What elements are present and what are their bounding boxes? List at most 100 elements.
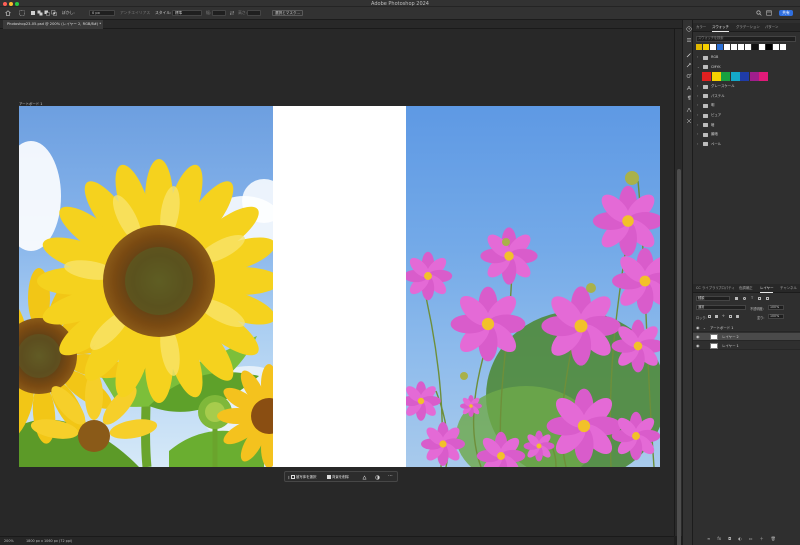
eye-icon[interactable]: ◉ (696, 324, 700, 332)
swatch-group-row[interactable]: › ピュア (693, 111, 800, 120)
eye-icon[interactable]: ◉ (696, 342, 700, 350)
character-icon[interactable] (686, 85, 692, 91)
layer-row[interactable]: ◉ レイヤー 2 (693, 333, 800, 341)
select-and-mask-button[interactable]: 選択とマスク... (272, 10, 303, 16)
recent-swatch[interactable] (696, 44, 702, 50)
width-input[interactable] (212, 10, 226, 16)
recent-swatch[interactable] (766, 44, 772, 50)
recent-swatch[interactable] (773, 44, 779, 50)
glyphs-icon[interactable] (686, 107, 692, 113)
fill-input[interactable]: 100% (768, 314, 784, 319)
recent-swatch[interactable] (745, 44, 751, 50)
swatch-search-input[interactable]: スウォッチを検索 (696, 36, 796, 42)
recent-swatch[interactable] (717, 44, 723, 50)
chevron-right-icon[interactable]: › (697, 92, 698, 101)
cmyk-swatch[interactable] (721, 72, 730, 82)
tab-cc-libraries[interactable]: CC ライブラリ (696, 284, 719, 293)
new-adjustment-layer-icon[interactable]: ◐ (738, 536, 742, 542)
recent-swatch[interactable] (780, 44, 786, 50)
tab-channels[interactable]: チャンネル (780, 284, 797, 293)
tab-color[interactable]: カラー (696, 23, 706, 32)
tab-properties[interactable]: プロパティ (718, 284, 735, 293)
scrollbar-thumb[interactable] (677, 169, 681, 545)
subtract-from-selection-icon[interactable] (44, 10, 50, 16)
layer-filter-select[interactable]: 種類 (696, 296, 730, 301)
history-icon[interactable] (685, 26, 692, 32)
lock-image-icon[interactable] (715, 315, 718, 318)
tab-swatches[interactable]: スウォッチ (712, 23, 729, 32)
type-filter-icon[interactable]: T (751, 296, 753, 301)
brush-settings-icon[interactable] (686, 62, 692, 68)
cmyk-swatch[interactable] (730, 72, 740, 82)
recent-swatch[interactable] (703, 44, 709, 50)
chevron-right-icon[interactable]: › (697, 121, 698, 130)
lock-all-icon[interactable] (735, 315, 739, 318)
delete-layer-icon[interactable]: 🗑 (771, 536, 776, 542)
adjustment-icon[interactable] (375, 474, 380, 480)
recent-swatch[interactable] (738, 44, 744, 50)
swatch-group-row[interactable]: › RGB (693, 53, 800, 62)
swap-width-height-icon[interactable] (229, 10, 235, 16)
add-mask-icon[interactable]: ◘ (728, 536, 731, 542)
tab-adjustments[interactable]: 色調補正 (739, 284, 753, 293)
recent-swatch[interactable] (752, 44, 758, 50)
chevron-right-icon[interactable]: › (697, 140, 698, 149)
search-icon[interactable] (756, 10, 762, 16)
new-selection-icon[interactable] (30, 10, 36, 16)
chevron-down-icon[interactable]: ⌄ (703, 324, 706, 332)
tab-gradients[interactable]: グラデーション (736, 23, 760, 32)
chevron-right-icon[interactable]: › (697, 101, 698, 110)
pixel-filter-icon[interactable] (735, 297, 738, 300)
chevron-down-icon[interactable]: ⌄ (697, 63, 700, 72)
opacity-input[interactable]: 100% (768, 305, 784, 310)
document-tab[interactable]: Photoshop23-05.psd @ 200% (レイヤー 2, RGB/8… (3, 20, 103, 29)
shape-filter-icon[interactable] (758, 297, 762, 300)
style-select[interactable]: 標準 (172, 10, 202, 16)
height-input[interactable] (247, 10, 261, 16)
more-options-icon[interactable]: ⋯ (388, 473, 393, 479)
chevron-right-icon[interactable]: › (697, 111, 698, 120)
tab-layers[interactable]: レイヤー (760, 284, 774, 293)
artboard-layer-row[interactable]: ◉ ⌄ アートボード 1 (693, 324, 800, 332)
artboard[interactable] (19, 106, 660, 467)
paragraph-icon[interactable] (686, 95, 692, 101)
clone-source-icon[interactable] (686, 73, 692, 79)
recent-swatch[interactable] (731, 44, 737, 50)
layer-row[interactable]: ◉ レイヤー 1 (693, 342, 800, 350)
brush-icon[interactable] (686, 52, 692, 58)
swatch-group-row[interactable]: › パステル (693, 92, 800, 101)
feather-input[interactable]: 0 px (89, 10, 115, 16)
canvas-vertical-scrollbar[interactable] (674, 29, 682, 545)
swatch-group-row[interactable]: › グレースケール (693, 82, 800, 91)
lock-artboard-icon[interactable] (728, 315, 732, 318)
recent-swatch[interactable] (724, 44, 730, 50)
chevron-right-icon[interactable]: › (697, 130, 698, 139)
transform-icon[interactable] (362, 474, 367, 480)
link-layers-icon[interactable]: ∞ (707, 536, 710, 542)
cmyk-swatch[interactable] (702, 72, 711, 82)
recent-swatch[interactable] (759, 44, 765, 50)
add-to-selection-icon[interactable] (37, 10, 43, 16)
adjustment-filter-icon[interactable] (743, 297, 746, 300)
cmyk-swatch[interactable] (740, 72, 749, 82)
tab-patterns[interactable]: パターン (765, 23, 778, 32)
cosmos-image-layer[interactable] (406, 106, 660, 467)
swatch-group-row[interactable]: ⌄ CMYK (693, 63, 800, 72)
select-subject-button[interactable]: 被写体を選択 (291, 474, 316, 480)
eye-icon[interactable]: ◉ (696, 333, 700, 341)
sunflower-image-layer[interactable] (19, 106, 273, 467)
intersect-selection-icon[interactable] (51, 10, 57, 16)
new-group-icon[interactable]: ▭ (749, 536, 753, 542)
lock-transparent-icon[interactable] (708, 315, 711, 318)
document-info[interactable]: 1800 px x 1060 px (72 ppi) (26, 539, 72, 543)
smart-object-filter-icon[interactable] (766, 297, 770, 300)
antialias-checkbox[interactable]: アンチエイリアス (120, 10, 150, 16)
lock-position-icon[interactable]: ✛ (722, 314, 725, 320)
home-icon[interactable] (5, 10, 11, 16)
chevron-right-icon[interactable]: › (697, 53, 698, 62)
zoom-level[interactable]: 200% (4, 539, 14, 543)
swatch-group-row[interactable]: › 最暗 (693, 130, 800, 139)
recent-swatch[interactable] (710, 44, 716, 50)
properties-icon[interactable] (686, 37, 692, 43)
blend-mode-select[interactable]: 通常 (696, 305, 746, 310)
